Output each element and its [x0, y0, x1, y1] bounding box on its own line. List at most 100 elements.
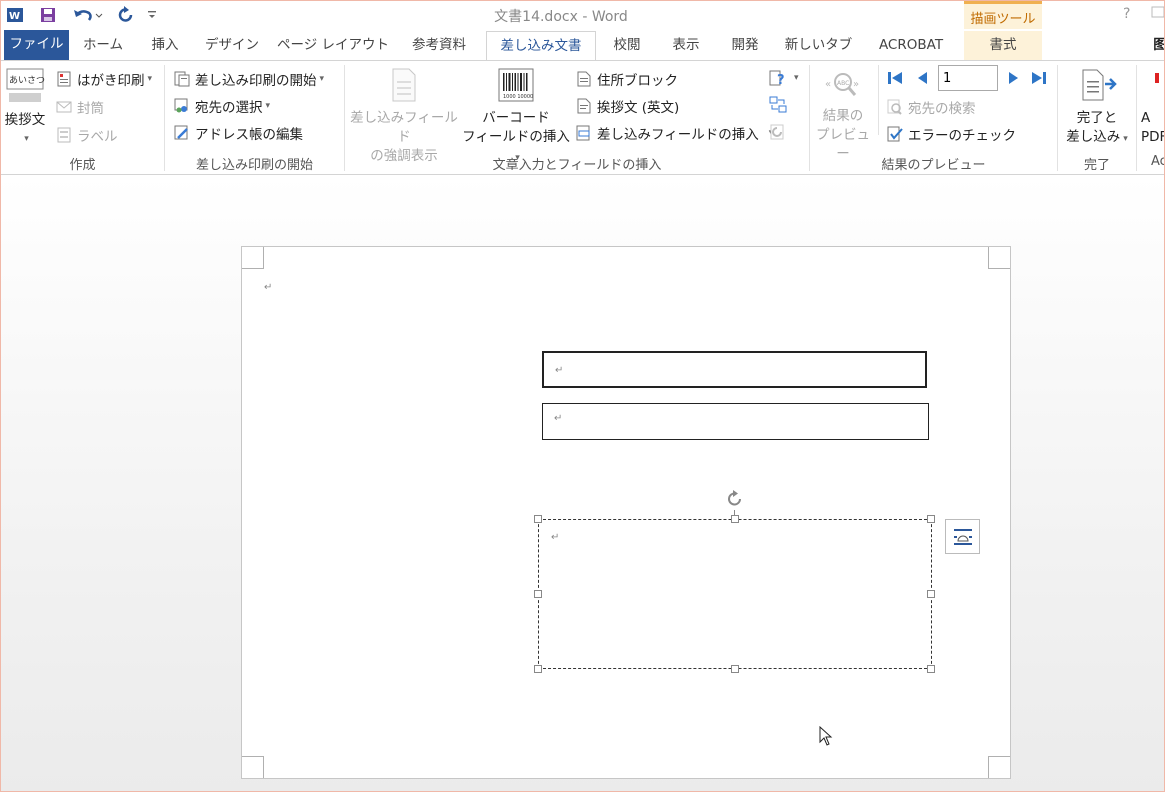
find-recipient-icon — [886, 98, 904, 116]
greeting-line-button[interactable]: 挨拶文 (英文) — [575, 96, 679, 116]
insert-barcode-field-button[interactable]: 1000 10000 バーコード フィールドの挿入▾ — [461, 67, 571, 168]
tab-file[interactable]: ファイル — [4, 30, 69, 61]
last-record-button[interactable] — [1030, 69, 1052, 87]
find-recipient-button[interactable]: 宛先の検索 — [886, 97, 976, 117]
group-label-acrobat: Ac — [1151, 154, 1164, 169]
resize-handle-top-left[interactable] — [534, 515, 542, 523]
postcard-print-button[interactable]: はがき印刷 ▾ — [55, 69, 152, 89]
crop-mark-top-left — [242, 247, 264, 269]
update-labels-button[interactable] — [769, 123, 791, 141]
start-mail-merge-label: 差し込み印刷の開始 — [195, 73, 317, 89]
tab-new-tab[interactable]: 新しいタブ — [776, 31, 861, 61]
tab-view[interactable]: 表示 — [658, 31, 714, 61]
resize-handle-top-right[interactable] — [927, 515, 935, 523]
resize-handle-bottom[interactable] — [731, 665, 739, 673]
preview-inner-separator — [878, 65, 879, 135]
recipients-icon — [173, 97, 191, 115]
match-fields-button[interactable] — [769, 96, 791, 114]
tab-developer[interactable]: 開発 — [717, 31, 773, 61]
greeting-label: 挨拶文 — [4, 112, 46, 128]
word-window: W 文書14.docx - Word 描画ツール ? ファイル ホーム 挿入 デ… — [0, 0, 1165, 792]
select-recipients-label: 宛先の選択 — [195, 100, 263, 116]
update-labels-icon — [769, 123, 787, 141]
text-box-1[interactable]: ↵ — [542, 351, 927, 388]
tab-design[interactable]: デザイン — [195, 31, 269, 61]
finish-line2: 差し込み — [1066, 129, 1121, 145]
highlight-merge-fields-button[interactable]: 差し込みフィールド の強調表示 — [347, 67, 461, 166]
paragraph-mark: ↵ — [555, 365, 564, 376]
labels-button[interactable]: ラベル — [55, 125, 118, 145]
check-errors-label: エラーのチェック — [908, 128, 1016, 144]
rules-icon: ? — [769, 69, 787, 87]
highlight-fields-icon — [392, 68, 416, 102]
crop-mark-bottom-right — [988, 756, 1010, 778]
insert-merge-field-button[interactable]: 差し込みフィールドの挿入▾ — [575, 123, 773, 143]
finish-dropdown-icon: ▾ — [1123, 134, 1128, 144]
svg-text:?: ? — [777, 73, 785, 87]
resize-handle-bottom-right[interactable] — [927, 665, 935, 673]
acrobat-merge-button[interactable]: A PDF — [1141, 67, 1164, 147]
window-title: 文書14.docx - Word — [494, 9, 628, 25]
previous-record-button[interactable] — [913, 69, 935, 87]
rules-dropdown-icon: ▾ — [794, 73, 799, 83]
preview-results-icon: « ABC » — [825, 73, 859, 96]
finish-line1: 完了と — [1076, 110, 1118, 126]
layout-options-button[interactable] — [945, 519, 980, 554]
document-area[interactable]: ↵ ↵ ↵ ↵ — [1, 175, 1164, 791]
resize-handle-bottom-left[interactable] — [534, 665, 542, 673]
start-mail-merge-button[interactable]: 差し込み印刷の開始 ▾ — [173, 69, 324, 89]
first-record-button[interactable] — [886, 69, 908, 87]
rotate-handle-icon[interactable] — [725, 489, 745, 513]
help-button[interactable]: ? — [1123, 6, 1130, 22]
postcard-icon — [55, 70, 73, 88]
resize-handle-left[interactable] — [534, 590, 542, 598]
envelope-icon — [55, 98, 73, 116]
next-record-icon — [1005, 69, 1023, 87]
postcard-dropdown-icon: ▾ — [147, 74, 153, 84]
rules-button[interactable]: ? ▾ — [769, 69, 799, 87]
tab-home[interactable]: ホーム — [71, 31, 135, 61]
tab-mailings[interactable]: 差し込み文書 — [486, 31, 596, 63]
preview-results-button[interactable]: «ABC» 結果の プレビュー — [812, 69, 874, 164]
preview-icon-text: ABC — [837, 80, 849, 87]
text-box-2[interactable]: ↵ — [542, 403, 929, 440]
labels-label: ラベル — [77, 129, 118, 145]
next-record-button[interactable] — [1005, 69, 1027, 87]
edit-recipient-list-button[interactable]: アドレス帳の編集 — [173, 123, 303, 143]
record-number-input[interactable] — [938, 65, 998, 91]
barcode-icon-digits: 1000 10000 — [503, 94, 533, 100]
group-label-finish: 完了 — [1083, 158, 1110, 173]
find-recipient-label: 宛先の検索 — [908, 101, 976, 117]
finish-and-merge-button[interactable]: 完了と 差し込み ▾ — [1061, 67, 1133, 149]
greeting-button[interactable]: あいさつ 挨拶文 ▾ — [3, 65, 47, 149]
account-icon[interactable]: 图 — [1153, 31, 1164, 61]
highlight-line1: 差し込みフィールド — [350, 110, 458, 145]
acrobat-line1: A — [1141, 110, 1151, 126]
crop-mark-bottom-left — [242, 756, 264, 778]
ribbon-display-icon[interactable] — [1151, 6, 1164, 22]
envelope-label: 封筒 — [77, 101, 104, 117]
previous-record-icon — [913, 69, 931, 87]
selected-text-box[interactable]: ↵ — [538, 519, 932, 669]
check-errors-button[interactable]: エラーのチェック — [886, 124, 1016, 144]
svg-text:»: » — [853, 79, 859, 90]
select-recipients-button[interactable]: 宛先の選択 ▾ — [173, 96, 270, 116]
address-block-icon — [575, 70, 593, 88]
greeting-icon: あいさつ — [6, 68, 45, 102]
tab-insert[interactable]: 挿入 — [138, 31, 192, 61]
start-merge-icon — [173, 70, 191, 88]
resize-handle-top[interactable] — [731, 515, 739, 523]
tab-page-layout[interactable]: ページ レイアウト — [272, 31, 394, 61]
resize-handle-right[interactable] — [927, 590, 935, 598]
greeting-dropdown-icon: ▾ — [24, 134, 29, 144]
tab-review[interactable]: 校閲 — [599, 31, 655, 61]
paragraph-mark: ↵ — [551, 532, 560, 543]
document-page[interactable]: ↵ ↵ ↵ ↵ — [241, 246, 1011, 779]
tab-references[interactable]: 参考資料 — [397, 31, 481, 61]
greeting-icon-text: あいさつ — [9, 75, 45, 86]
tab-format[interactable]: 書式 — [964, 31, 1042, 61]
preview-line1: 結果の — [822, 108, 864, 124]
envelope-button[interactable]: 封筒 — [55, 97, 104, 117]
tab-acrobat[interactable]: ACROBAT — [863, 31, 959, 61]
address-block-button[interactable]: 住所ブロック — [575, 69, 678, 89]
